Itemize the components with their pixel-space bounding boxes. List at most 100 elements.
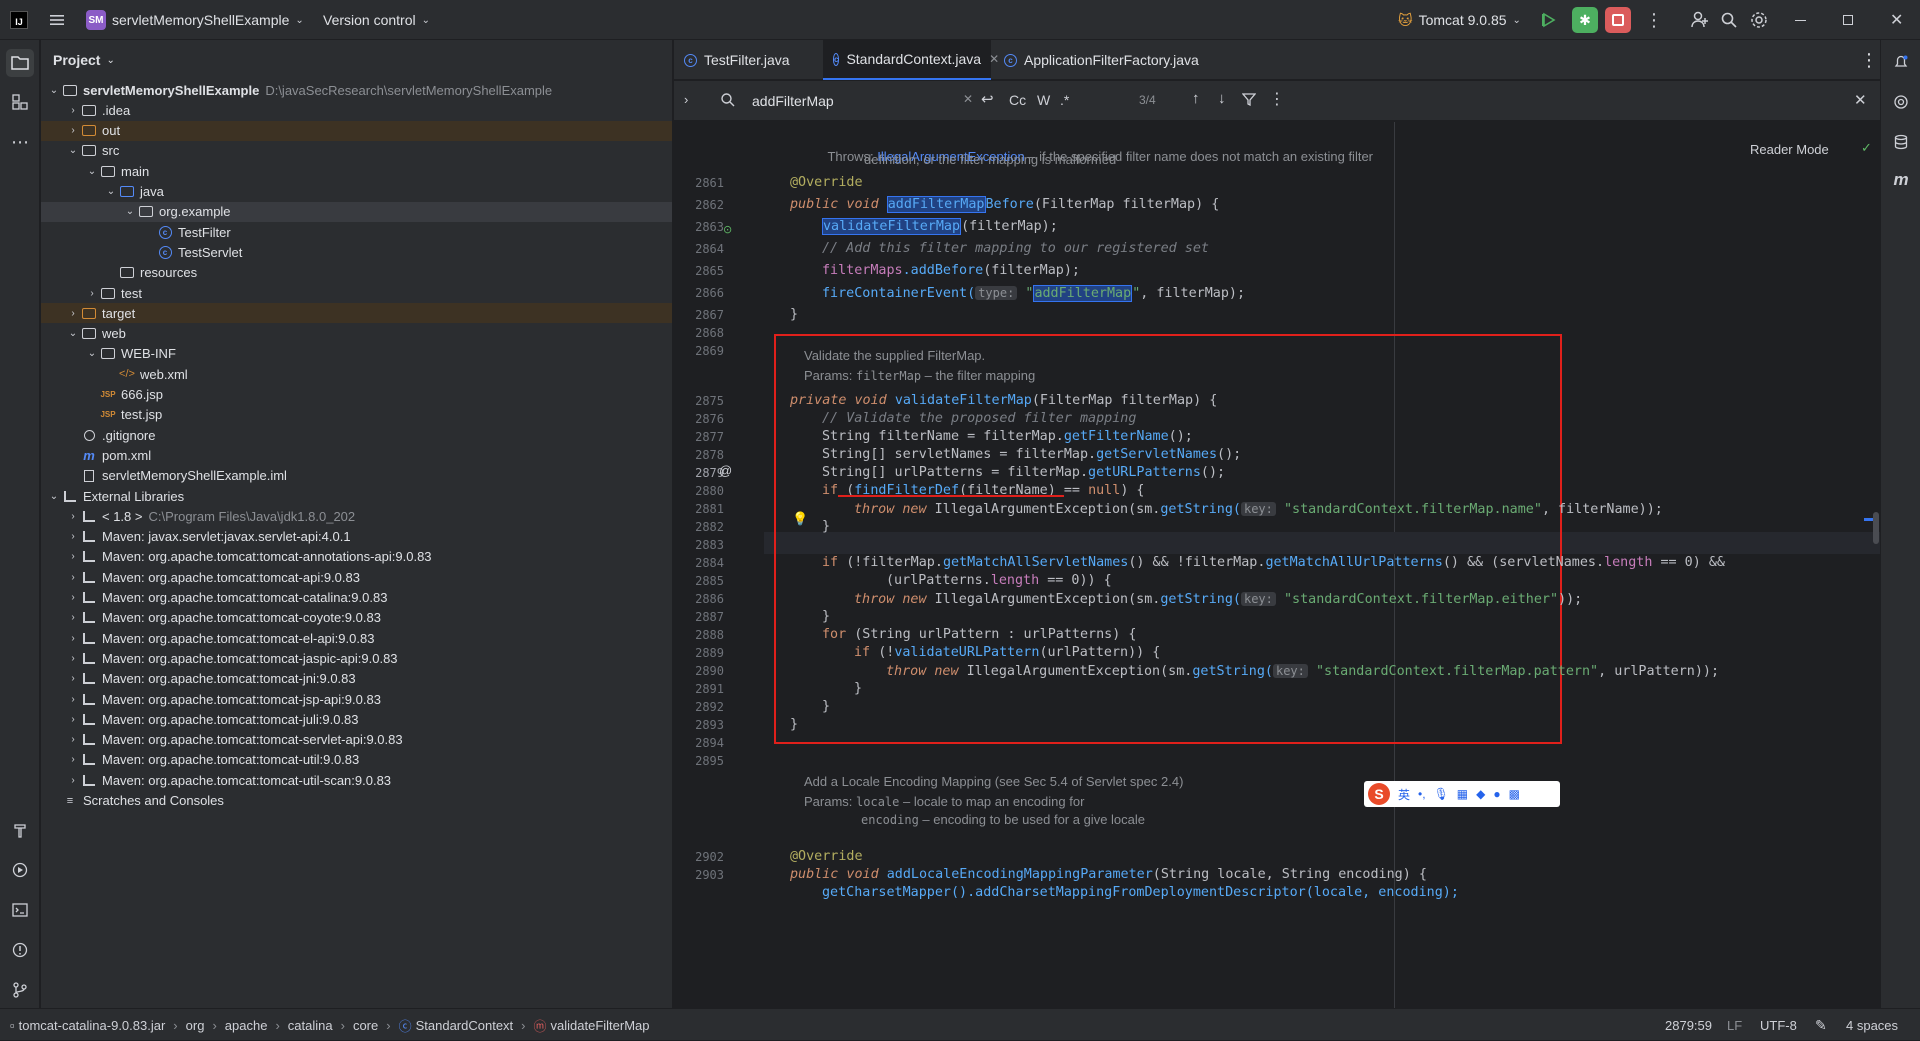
tree-item[interactable]: › Maven: org.apache.tomcat:tomcat-jsp-api… <box>41 689 672 709</box>
chevron-right-icon[interactable]: › <box>85 288 99 299</box>
tree-item[interactable]: ⌄ servletMemoryShellExample D:\javaSecRese… <box>41 80 672 100</box>
breadcrumb-item[interactable]: core <box>353 1018 378 1033</box>
line-number[interactable]: 2878 <box>674 448 724 462</box>
tree-item[interactable]: ⌄ org.example <box>41 201 672 222</box>
caret-position[interactable]: 2879:59 <box>1665 1009 1712 1041</box>
breadcrumb-item[interactable]: org <box>186 1018 205 1033</box>
chevron-right-icon[interactable]: › <box>66 551 80 562</box>
tree-item[interactable]: › Maven: org.apache.tomcat:tomcat-util:9.… <box>41 750 672 770</box>
restore-window-icon[interactable] <box>1843 0 1853 40</box>
line-number[interactable]: 2875 <box>674 394 724 408</box>
add-user-icon[interactable] <box>1690 0 1710 40</box>
tree-item[interactable]: › Maven: org.apache.tomcat:tomcat-coyote:… <box>41 608 672 628</box>
ime-toolbar[interactable]: S 英 •, 🎙 ▦ ◆ ● ▩ <box>1364 781 1560 807</box>
settings-gear-icon[interactable] <box>1750 0 1768 40</box>
tree-item[interactable]: ⌄ main <box>41 161 672 181</box>
line-number[interactable]: 2885 <box>674 574 724 588</box>
line-number[interactable]: 2890 <box>674 664 724 678</box>
line-number[interactable]: 2881 <box>674 502 724 516</box>
update-running-app-button[interactable]: ✱ <box>1572 7 1598 33</box>
chevron-down-icon[interactable]: ⌄ <box>85 348 99 359</box>
line-number[interactable]: 2863 <box>674 220 724 234</box>
line-number[interactable]: 2891 <box>674 682 724 696</box>
line-number[interactable]: 2887 <box>674 610 724 624</box>
minimize-window-icon[interactable] <box>1795 0 1806 40</box>
tree-item[interactable]: › Maven: org.apache.tomcat:tomcat-servlet… <box>41 730 672 750</box>
vertical-scrollbar-thumb[interactable] <box>1873 512 1879 544</box>
more-options-icon[interactable]: ⋮ <box>1645 0 1663 40</box>
regex-toggle[interactable]: .* <box>1060 92 1069 108</box>
breadcrumb-item[interactable]: tomcat-catalina-9.0.83.jar <box>19 1018 166 1033</box>
tree-item[interactable]: › out <box>41 120 672 141</box>
search-icon[interactable] <box>1720 0 1738 40</box>
tree-item[interactable]: ⌄ src <box>41 141 672 161</box>
chevron-down-icon[interactable]: ⌄ <box>66 328 80 339</box>
notifications-bell-icon[interactable] <box>1889 50 1913 74</box>
match-case-toggle[interactable]: Cc <box>1009 92 1026 108</box>
project-tool-folder-icon[interactable] <box>6 49 34 77</box>
inspection-ok-icon[interactable]: ✓ <box>1861 140 1872 156</box>
problems-icon[interactable] <box>8 938 32 962</box>
chevron-down-icon[interactable]: ⌄ <box>47 85 61 96</box>
tree-item[interactable]: c TestServlet <box>41 242 672 262</box>
new-line-icon[interactable]: ↩ <box>981 90 994 108</box>
chevron-right-icon[interactable]: › <box>66 633 80 644</box>
tree-item[interactable]: › Maven: org.apache.tomcat:tomcat-jaspic-… <box>41 648 672 668</box>
line-number[interactable]: 2880 <box>674 484 724 498</box>
tree-item[interactable]: m pom.xml <box>41 445 672 465</box>
line-number[interactable]: 2884 <box>674 556 724 570</box>
tree-item[interactable]: ⌄ web <box>41 324 672 344</box>
database-icon[interactable] <box>1889 130 1913 154</box>
main-menu-icon[interactable] <box>48 0 66 40</box>
line-number[interactable]: 2868 <box>674 326 724 340</box>
tree-item[interactable]: servletMemoryShellExample.iml <box>41 466 672 486</box>
override-marker-icon[interactable]: ⊙ <box>723 223 732 236</box>
line-number[interactable]: 2902 <box>674 850 724 864</box>
tree-item[interactable]: › Maven: org.apache.tomcat:tomcat-util-sc… <box>41 770 672 790</box>
tree-item[interactable]: › target <box>41 303 672 324</box>
tab-applicationfilterfactory[interactable]: c ApplicationFilterFactory.java <box>994 40 1209 80</box>
words-toggle[interactable]: W <box>1037 92 1050 108</box>
line-number[interactable]: 2877 <box>674 430 724 444</box>
line-separator[interactable]: LF <box>1727 1009 1742 1041</box>
tab-standardcontext[interactable]: c StandardContext.java ✕ <box>823 40 999 80</box>
tree-item[interactable]: resources <box>41 263 672 283</box>
chevron-right-icon[interactable]: › <box>66 105 80 116</box>
tree-item[interactable]: ≡ Scratches and Consoles <box>41 791 672 811</box>
more-tools-icon[interactable]: ⋯ <box>8 130 32 154</box>
usages-marker-icon[interactable]: @ <box>719 463 732 478</box>
line-number[interactable]: 2865 <box>674 264 724 278</box>
file-encoding[interactable]: UTF-8 <box>1760 1009 1797 1041</box>
tree-item[interactable]: › test <box>41 283 672 303</box>
previous-occurrence-icon[interactable]: ↑ <box>1192 90 1200 107</box>
run-button[interactable] <box>1540 0 1558 40</box>
line-number[interactable]: 2892 <box>674 700 724 714</box>
line-number[interactable]: 2903 <box>674 868 724 882</box>
services-icon[interactable] <box>8 858 32 882</box>
find-input[interactable] <box>752 90 922 112</box>
tree-item[interactable]: › Maven: org.apache.tomcat:tomcat-jni:9.0… <box>41 669 672 689</box>
tree-item[interactable]: JSP 666.jsp <box>41 385 672 405</box>
project-panel-header[interactable]: Project ⌄ <box>41 40 672 80</box>
chevron-right-icon[interactable]: › <box>66 734 80 745</box>
read-only-toggle-icon[interactable]: ✎ <box>1815 1009 1827 1041</box>
chevron-down-icon[interactable]: ⌄ <box>47 491 61 502</box>
tree-item[interactable]: › Maven: org.apache.tomcat:tomcat-juli:9.… <box>41 709 672 729</box>
line-number[interactable]: 2895 <box>674 754 724 768</box>
vcs-menu[interactable]: Version control ⌄ <box>323 0 430 40</box>
line-number[interactable]: 2861 <box>674 176 724 190</box>
line-number[interactable]: 2894 <box>674 736 724 750</box>
line-number[interactable]: 2888 <box>674 628 724 642</box>
tree-item[interactable]: › Maven: javax.servlet:javax.servlet-api:… <box>41 527 672 547</box>
tree-item[interactable]: › .idea <box>41 100 672 120</box>
line-number[interactable]: 2862 <box>674 198 724 212</box>
tree-item[interactable]: JSP test.jsp <box>41 405 672 425</box>
line-number[interactable]: 2879 <box>674 466 724 480</box>
chevron-right-icon[interactable]: › <box>66 511 80 522</box>
tree-item[interactable]: c TestFilter <box>41 222 672 242</box>
run-config-selector[interactable]: 🐱 Tomcat 9.0.85 ⌄ <box>1398 0 1521 40</box>
line-number[interactable]: 2893 <box>674 718 724 732</box>
tree-item[interactable]: › Maven: org.apache.tomcat:tomcat-api:9.0… <box>41 567 672 587</box>
code-view[interactable]: 2861 2862 2863 2864 2865 2866 2867 2868 2869 2875… <box>674 122 1880 1008</box>
chevron-down-icon[interactable]: ⌄ <box>85 166 99 177</box>
